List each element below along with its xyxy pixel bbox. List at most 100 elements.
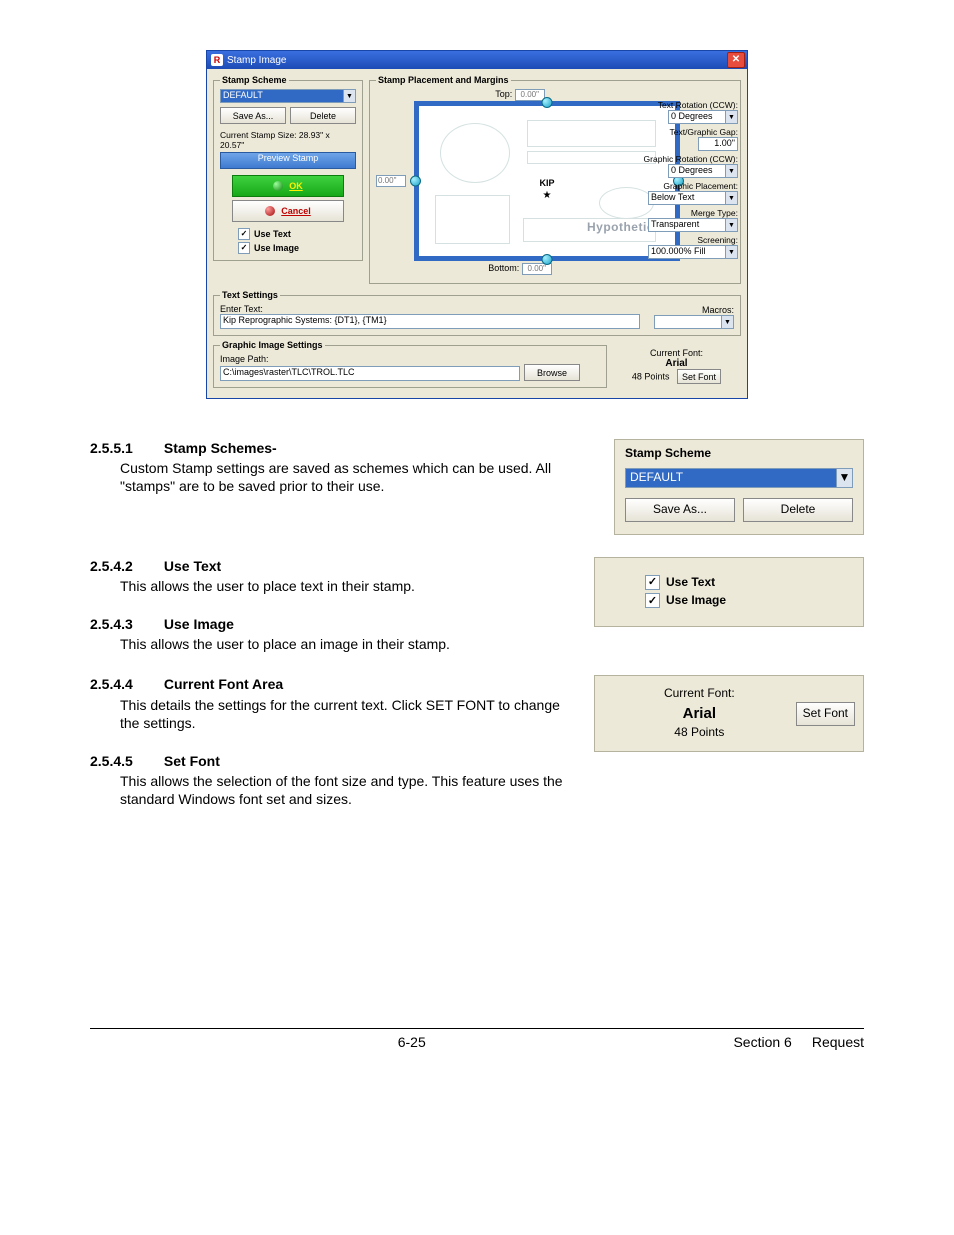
text-settings-group: Text Settings Enter Text: Kip Reprograph…	[213, 290, 741, 336]
use-text-checkbox[interactable]: ✓ Use Text	[645, 575, 853, 591]
graphic-rotation-label: Graphic Rotation (CCW):	[638, 154, 738, 164]
merge-type-select[interactable]: Transparent ▼	[638, 218, 738, 232]
browse-button[interactable]: Browse	[524, 364, 580, 381]
section-body: This allows the selection of the font si…	[120, 772, 572, 808]
bottom-margin-label: Bottom:	[488, 263, 519, 273]
screening-select[interactable]: 100.000% Fill ▼	[638, 245, 738, 259]
placement-options: Text Rotation (CCW): 0 Degrees ▼ Text/Gr…	[638, 97, 738, 259]
current-font-size: 48 Points	[603, 725, 796, 741]
graphic-placement-label: Graphic Placement:	[638, 181, 738, 191]
text-graphic-gap-input[interactable]: 1.00"	[698, 137, 738, 151]
use-image-checkbox[interactable]: ✓ Use Image	[238, 242, 356, 254]
cancel-dot-icon	[265, 206, 275, 216]
top-margin-label: Top:	[495, 89, 512, 99]
delete-button[interactable]: Delete	[290, 107, 356, 124]
set-font-button[interactable]: Set Font	[796, 702, 855, 726]
drag-handle-icon[interactable]	[410, 176, 421, 187]
use-text-checkbox[interactable]: ✓ Use Text	[238, 228, 356, 240]
chevron-down-icon[interactable]: ▼	[726, 191, 738, 205]
section-number: 2.5.5.1	[90, 439, 160, 457]
preview-stamp-button[interactable]: Preview Stamp	[220, 152, 356, 169]
footer-section: Section 6	[733, 1033, 791, 1051]
ok-button[interactable]: OK	[232, 175, 344, 197]
chevron-down-icon[interactable]: ▼	[726, 218, 738, 232]
section-title: Set Font	[164, 753, 220, 769]
section-body: Custom Stamp settings are saved as schem…	[120, 459, 592, 495]
chevron-down-icon[interactable]: ▼	[726, 245, 738, 259]
graphic-rotation-select[interactable]: 0 Degrees ▼	[638, 164, 738, 178]
use-image-label: Use Image	[254, 243, 299, 253]
check-icon: ✓	[238, 242, 250, 254]
enter-text-label: Enter Text:	[220, 304, 640, 314]
section-title: Use Image	[164, 616, 234, 632]
placement-legend: Stamp Placement and Margins	[376, 75, 511, 85]
check-icon: ✓	[238, 228, 250, 240]
stamp-scheme-group: Stamp Scheme DEFAULT ▼ Save As... Delete…	[213, 75, 363, 261]
stamp-scheme-legend: Stamp Scheme	[220, 75, 289, 85]
ok-dot-icon	[273, 181, 283, 191]
text-graphic-gap-label: Text/Graphic Gap:	[638, 127, 738, 137]
page-number: 6-25	[90, 1033, 733, 1051]
current-font-panel: Current Font: Arial 48 Points Set Font	[594, 675, 864, 752]
titlebar: R Stamp Image ✕	[207, 51, 747, 69]
macros-label: Macros:	[654, 305, 734, 315]
use-image-label: Use Image	[666, 593, 726, 609]
use-image-checkbox[interactable]: ✓ Use Image	[645, 593, 853, 609]
cancel-label: Cancel	[281, 206, 311, 216]
scheme-select[interactable]: DEFAULT ▼	[625, 468, 853, 488]
section-body: This allows the user to place text in th…	[120, 577, 572, 595]
check-icon: ✓	[645, 575, 660, 590]
set-font-button[interactable]: Set Font	[677, 369, 721, 384]
current-font-size: 48 Points	[632, 372, 670, 382]
section-number: 2.5.4.3	[90, 615, 160, 633]
cancel-button[interactable]: Cancel	[232, 200, 344, 222]
chevron-down-icon[interactable]: ▼	[726, 164, 738, 178]
save-as-button[interactable]: Save As...	[220, 107, 286, 124]
scheme-value: DEFAULT	[625, 468, 837, 488]
image-path-label: Image Path:	[220, 354, 600, 364]
current-font-name: Arial	[603, 704, 796, 724]
enter-text-input[interactable]: Kip Reprographic Systems: {DT1}, {TM1}	[220, 314, 640, 329]
section-title: Current Font Area	[164, 676, 283, 692]
panel-legend: Stamp Scheme	[625, 446, 853, 462]
delete-button[interactable]: Delete	[743, 498, 853, 522]
text-settings-legend: Text Settings	[220, 290, 280, 300]
use-text-label: Use Text	[666, 575, 715, 591]
ok-label: OK	[289, 181, 303, 191]
text-rotation-label: Text Rotation (CCW):	[638, 100, 738, 110]
section-body: This details the settings for the curren…	[120, 696, 572, 732]
chevron-down-icon[interactable]: ▼	[722, 315, 734, 329]
image-path-input[interactable]: C:\images\raster\TLC\TROL.TLC	[220, 366, 520, 381]
star-icon: ★	[543, 190, 552, 201]
check-icon: ✓	[645, 593, 660, 608]
macros-select[interactable]: ▼	[654, 315, 734, 329]
stamp-size-label: Current Stamp Size: 28.93" x 20.57"	[220, 130, 356, 150]
close-icon[interactable]: ✕	[727, 52, 745, 68]
use-text-label: Use Text	[254, 229, 291, 239]
text-rotation-select[interactable]: 0 Degrees ▼	[638, 110, 738, 124]
merge-type-label: Merge Type:	[638, 208, 738, 218]
drag-handle-icon[interactable]	[542, 97, 553, 108]
section-title: Stamp Schemes-	[164, 440, 277, 456]
page-footer: 6-25 Section 6 Request	[90, 1028, 864, 1051]
section-number: 2.5.4.4	[90, 675, 160, 693]
section-body: This allows the user to place an image i…	[120, 635, 572, 653]
use-options-panel: ✓ Use Text ✓ Use Image	[594, 557, 864, 627]
chevron-down-icon[interactable]: ▼	[726, 110, 738, 124]
left-margin-input[interactable]: 0.00"	[376, 175, 406, 187]
current-font-block: Current Font: Arial 48 Points Set Font	[632, 348, 721, 384]
section-title: Use Text	[164, 558, 221, 574]
drag-handle-icon[interactable]	[542, 254, 553, 265]
current-font-name: Arial	[632, 358, 721, 369]
placement-group: Stamp Placement and Margins Top: 0.00" 0…	[369, 75, 741, 284]
save-as-button[interactable]: Save As...	[625, 498, 735, 522]
stamp-image-dialog: R Stamp Image ✕ Stamp Scheme DEFAULT ▼ S	[206, 50, 748, 399]
graphic-image-settings-group: Graphic Image Settings Image Path: C:\im…	[213, 340, 607, 388]
kip-label: KIP	[539, 178, 554, 188]
graphic-placement-select[interactable]: Below Text ▼	[638, 191, 738, 205]
chevron-down-icon[interactable]: ▼	[837, 468, 853, 488]
screening-label: Screening:	[638, 235, 738, 245]
top-margin-input[interactable]: 0.00"	[515, 89, 545, 101]
section-number: 2.5.4.5	[90, 752, 160, 770]
graphic-image-settings-legend: Graphic Image Settings	[220, 340, 325, 350]
